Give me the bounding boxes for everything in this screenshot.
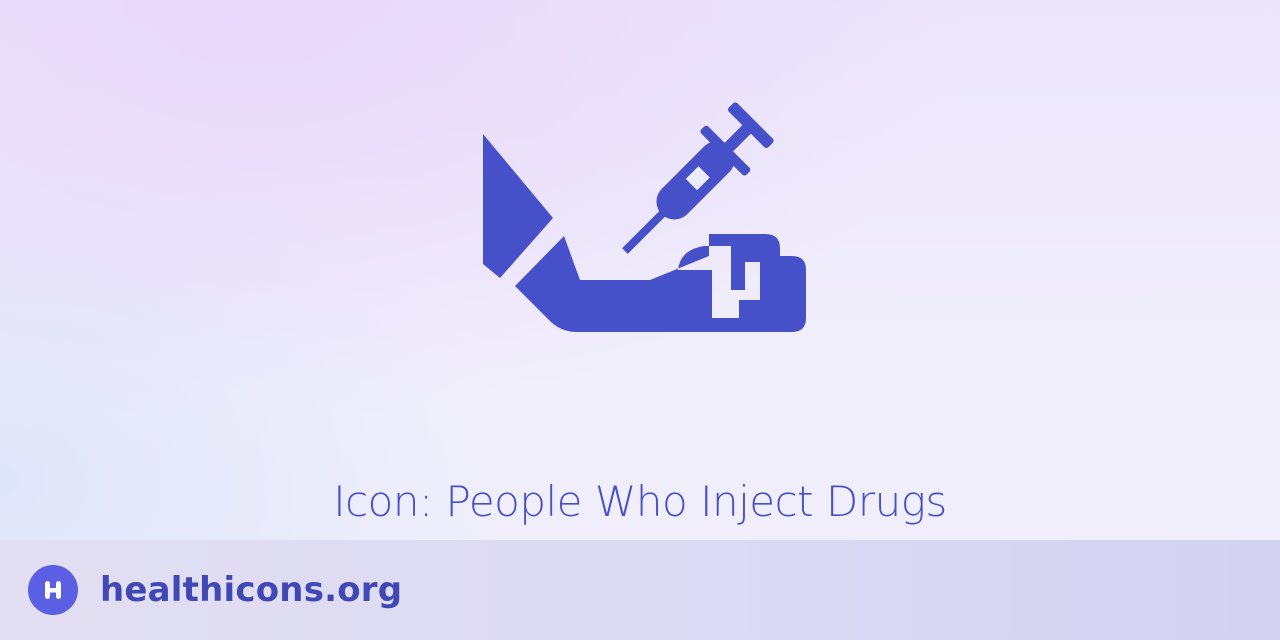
footer-bar: healthicons.org xyxy=(0,540,1280,640)
site-name: healthicons.org xyxy=(100,570,403,610)
hero-section: Icon: People Who Inject Drugs xyxy=(0,0,1280,540)
healthicons-h-logo-icon xyxy=(28,565,78,615)
page-title: Icon: People Who Inject Drugs xyxy=(333,477,947,527)
people-who-inject-drugs-icon xyxy=(480,98,810,346)
site-brand-link[interactable]: healthicons.org xyxy=(28,565,402,615)
